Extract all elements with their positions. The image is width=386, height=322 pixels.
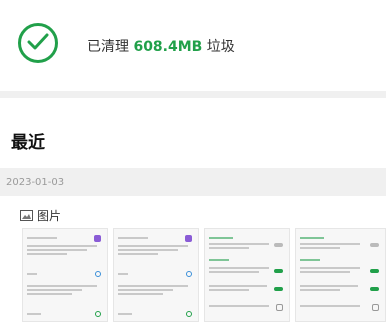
cleanup-suffix: 垃圾 — [202, 39, 235, 55]
cleanup-result-card: 已清理 608.4MB 垃圾 — [0, 0, 386, 91]
category-label: 图片 — [37, 209, 62, 223]
photo-thumbnail[interactable] — [22, 228, 108, 322]
photo-thumbnail[interactable] — [113, 228, 199, 322]
cleanup-summary: 已清理 608.4MB 垃圾 — [87, 36, 235, 56]
group-date: 2023-01-03 — [6, 177, 65, 188]
photo-thumbnail[interactable] — [204, 228, 290, 322]
cleaned-amount: 608.4MB — [133, 39, 203, 55]
check-circle-icon — [18, 23, 58, 63]
category-header: 图片 — [20, 207, 61, 224]
image-icon — [20, 210, 33, 221]
cleanup-prefix: 已清理 — [87, 39, 134, 55]
photo-thumbnail[interactable] — [295, 228, 386, 322]
recent-title: 最近 — [11, 133, 45, 153]
photos-group: 图片 — [0, 196, 386, 322]
recent-section: 最近 — [0, 98, 386, 168]
